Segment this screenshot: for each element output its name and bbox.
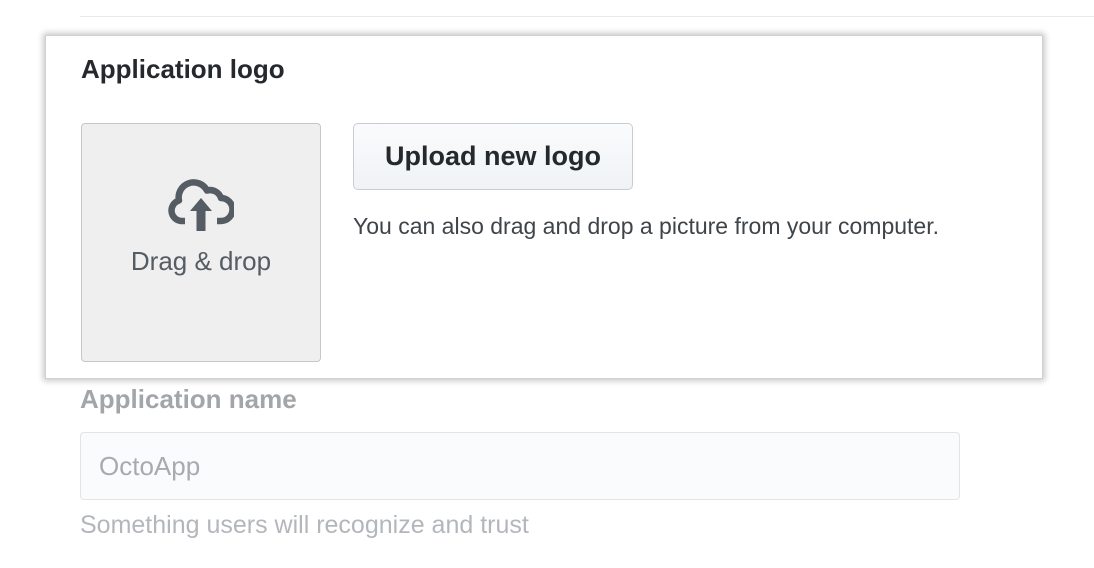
logo-drop-zone[interactable]: Drag & drop [81, 123, 321, 362]
application-logo-card: Application logo Drag & drop Upload new … [45, 35, 1043, 379]
application-name-hint: Something users will recognize and trust [80, 511, 529, 539]
upload-cloud-icon [168, 179, 234, 231]
application-name-input[interactable] [80, 432, 960, 500]
upload-new-logo-button[interactable]: Upload new logo [353, 123, 633, 190]
application-name-label: Application name [80, 384, 297, 414]
drag-and-drop-label: Drag & drop [130, 246, 272, 276]
top-divider [80, 16, 1094, 17]
application-logo-heading: Application logo [81, 54, 285, 84]
upload-hint-text: You can also drag and drop a picture fro… [353, 213, 939, 239]
